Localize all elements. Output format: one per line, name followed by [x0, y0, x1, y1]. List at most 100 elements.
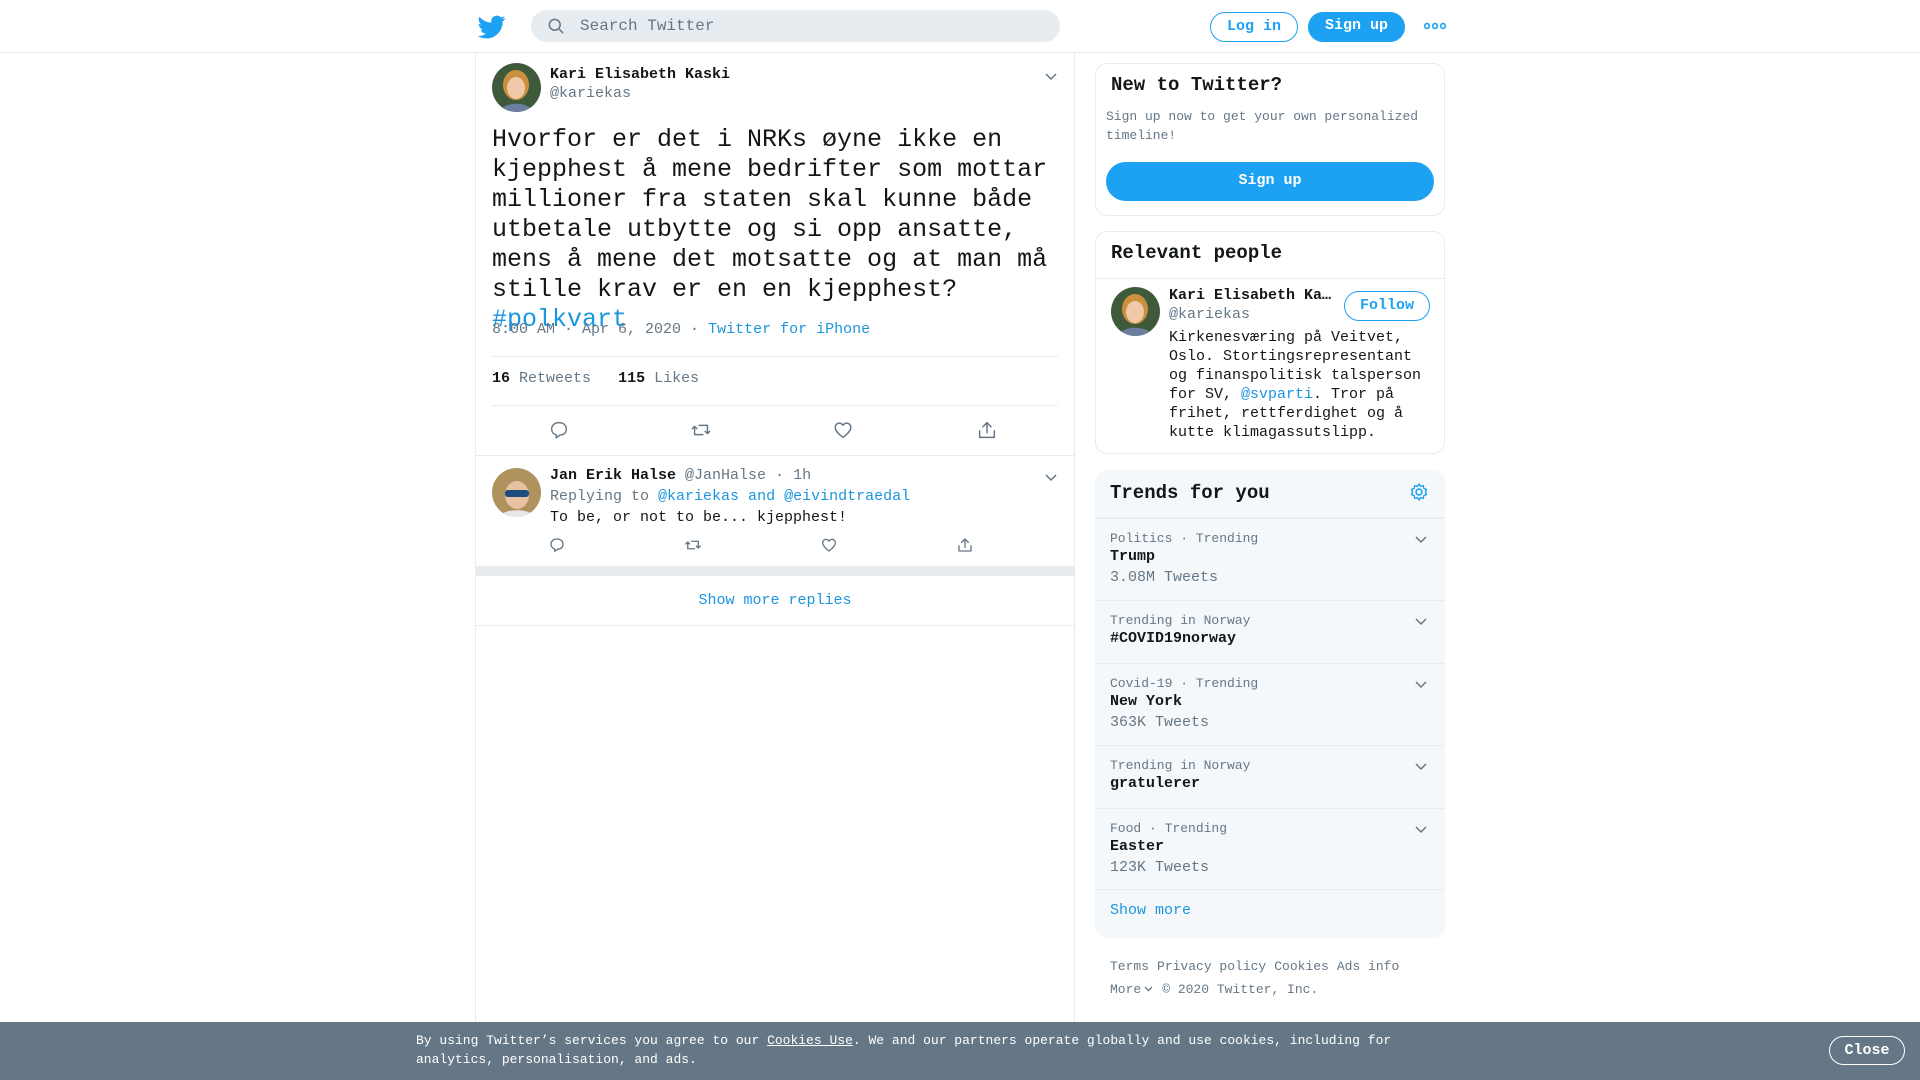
- trend-item[interactable]: Food · Trending Easter 123K Tweets: [1095, 808, 1445, 890]
- footer-more-label: More: [1110, 982, 1142, 997]
- card-text: Sign up now to get your own personalized…: [1106, 109, 1419, 143]
- bio-mention-link[interactable]: @svparti: [1241, 386, 1313, 403]
- show-more-replies-link[interactable]: Show more replies: [476, 576, 1074, 626]
- avatar[interactable]: [492, 63, 541, 112]
- tweet-timestamp[interactable]: 8:00 AM · Apr 6, 2020: [492, 321, 681, 338]
- author-handle[interactable]: @kariekas: [550, 85, 631, 102]
- chevron-down-icon: [1144, 986, 1153, 992]
- cookie-text-before: By using Twitter’s services you agree to…: [416, 1033, 768, 1048]
- chevron-down-icon[interactable]: [1043, 68, 1059, 84]
- more-dots-icon[interactable]: [1423, 16, 1447, 36]
- share-icon[interactable]: [956, 536, 974, 554]
- close-button[interactable]: Close: [1829, 1036, 1905, 1065]
- reply-icon[interactable]: [548, 536, 566, 554]
- author-name[interactable]: Kari Elisabeth Kaski: [550, 66, 730, 83]
- retweet-icon[interactable]: [684, 536, 702, 554]
- reply-header: Jan Erik Halse @JanHalse · 1h: [550, 467, 811, 484]
- avatar[interactable]: [1111, 287, 1160, 336]
- footer-ads-link[interactable]: Ads info: [1337, 959, 1399, 974]
- chevron-down-icon[interactable]: [1413, 613, 1429, 629]
- trend-item[interactable]: Trending in Norway gratulerer: [1095, 745, 1445, 808]
- search-icon: [548, 18, 564, 34]
- likes-stat[interactable]: 115 Likes: [618, 370, 699, 387]
- trend-item[interactable]: Trending in Norway #COVID19norway: [1095, 600, 1445, 663]
- main-column: Kari Elisabeth Kaski @kariekas Hvorfor e…: [475, 53, 1075, 1023]
- footer-privacy-link[interactable]: Privacy policy: [1157, 959, 1266, 974]
- search-input[interactable]: [580, 17, 1020, 35]
- chevron-down-icon[interactable]: [1413, 758, 1429, 774]
- tweet-source-link[interactable]: Twitter for iPhone: [708, 321, 870, 338]
- trend-meta: Food · Trending: [1110, 821, 1228, 836]
- show-more-trends-link[interactable]: Show more: [1110, 902, 1191, 919]
- footer-cookies-link[interactable]: Cookies: [1274, 959, 1329, 974]
- top-header: Log in Sign up: [0, 0, 1920, 53]
- likes-label: Likes: [654, 370, 700, 387]
- retweets-label: Retweets: [519, 370, 592, 387]
- trends-card: Trends for you Politics · Trending Trump…: [1095, 470, 1445, 938]
- follow-button[interactable]: Follow: [1344, 291, 1430, 321]
- meta-separator: ·: [690, 321, 700, 338]
- footer-more-link[interactable]: More: [1110, 982, 1154, 997]
- reply-tweet[interactable]: Jan Erik Halse @JanHalse · 1h Replying t…: [476, 456, 1074, 566]
- focused-tweet: Kari Elisabeth Kaski @kariekas Hvorfor e…: [476, 53, 1074, 456]
- replying-to: Replying to @kariekas and @eivindtraedal: [550, 488, 910, 505]
- reply-icon[interactable]: [548, 419, 570, 441]
- trend-meta: Covid-19 · Trending: [1110, 676, 1259, 691]
- cookies-use-link[interactable]: Cookies Use: [767, 1033, 853, 1048]
- cookie-banner: By using Twitter’s services you agree to…: [0, 1022, 1920, 1080]
- divider: [492, 405, 1058, 406]
- trend-meta: Trending in Norway: [1110, 758, 1251, 773]
- chevron-down-icon[interactable]: [1413, 676, 1429, 692]
- chevron-down-icon[interactable]: [1413, 821, 1429, 837]
- tweet-meta: 8:00 AM · Apr 6, 2020 · Twitter for iPho…: [492, 321, 870, 338]
- tweet-body: Hvorfor er det i NRKs øyne ikke en kjepp…: [492, 125, 1048, 304]
- reply-author-name[interactable]: Jan Erik Halse: [550, 467, 676, 484]
- reply-text: To be, or not to be... kjepphest!: [550, 509, 848, 526]
- gear-icon[interactable]: [1408, 481, 1430, 503]
- trend-name: Trump: [1110, 548, 1156, 565]
- search-bar[interactable]: [531, 10, 1060, 42]
- sidebar-signup-button[interactable]: Sign up: [1106, 162, 1434, 201]
- cookie-text: By using Twitter’s services you agree to…: [416, 1031, 1416, 1069]
- retweet-icon[interactable]: [690, 419, 712, 441]
- card-title: Trends for you: [1110, 482, 1270, 504]
- trend-name: #COVID19norway: [1110, 630, 1237, 647]
- chevron-down-icon[interactable]: [1413, 531, 1429, 547]
- signup-button[interactable]: Sign up: [1308, 12, 1405, 42]
- like-icon[interactable]: [820, 536, 838, 554]
- trend-meta: Trending in Norway: [1110, 613, 1251, 628]
- like-icon[interactable]: [832, 419, 854, 441]
- footer-links: Terms Privacy policy Cookies Ads info More ©…: [1110, 955, 1440, 1001]
- person-name[interactable]: Kari Elisabeth Ka…: [1169, 287, 1334, 304]
- twitter-bird-icon[interactable]: [478, 13, 506, 41]
- card-title: Relevant people: [1111, 242, 1283, 264]
- card-title: New to Twitter?: [1111, 74, 1283, 96]
- trend-count: 123K Tweets: [1110, 859, 1210, 876]
- trend-count: 363K Tweets: [1110, 714, 1210, 731]
- divider: [1096, 278, 1444, 279]
- likes-count: 115: [618, 370, 646, 387]
- footer-copyright: © 2020 Twitter, Inc.: [1162, 982, 1319, 997]
- reply-time[interactable]: · 1h: [775, 467, 811, 484]
- chevron-down-icon[interactable]: [1043, 469, 1059, 485]
- footer-terms-link[interactable]: Terms: [1110, 959, 1149, 974]
- trend-count: 3.08M Tweets: [1110, 569, 1219, 586]
- retweets-count: 16: [492, 370, 511, 387]
- trend-item[interactable]: Politics · Trending Trump 3.08M Tweets: [1095, 518, 1445, 600]
- trend-name: gratulerer: [1110, 775, 1201, 792]
- person-handle[interactable]: @kariekas: [1169, 306, 1250, 323]
- trend-name: Easter: [1110, 838, 1165, 855]
- divider: [492, 356, 1058, 357]
- person-bio: Kirkenesværing på Veitvet, Oslo. Stortin…: [1169, 328, 1439, 442]
- tweet-stats: 16 Retweets 115 Likes: [492, 370, 699, 387]
- reply-author-handle[interactable]: @JanHalse: [685, 467, 766, 484]
- avatar[interactable]: [492, 468, 541, 517]
- replying-prefix: Replying to: [550, 488, 650, 505]
- relevant-people-card: Relevant people Kari Elisabeth Ka… @kari…: [1095, 231, 1445, 454]
- login-button[interactable]: Log in: [1210, 12, 1298, 42]
- section-separator: [476, 566, 1074, 576]
- retweets-stat[interactable]: 16 Retweets: [492, 370, 591, 387]
- replying-mentions[interactable]: @kariekas and @eivindtraedal: [658, 488, 910, 505]
- trend-item[interactable]: Covid-19 · Trending New York 363K Tweets: [1095, 663, 1445, 745]
- share-icon[interactable]: [976, 419, 998, 441]
